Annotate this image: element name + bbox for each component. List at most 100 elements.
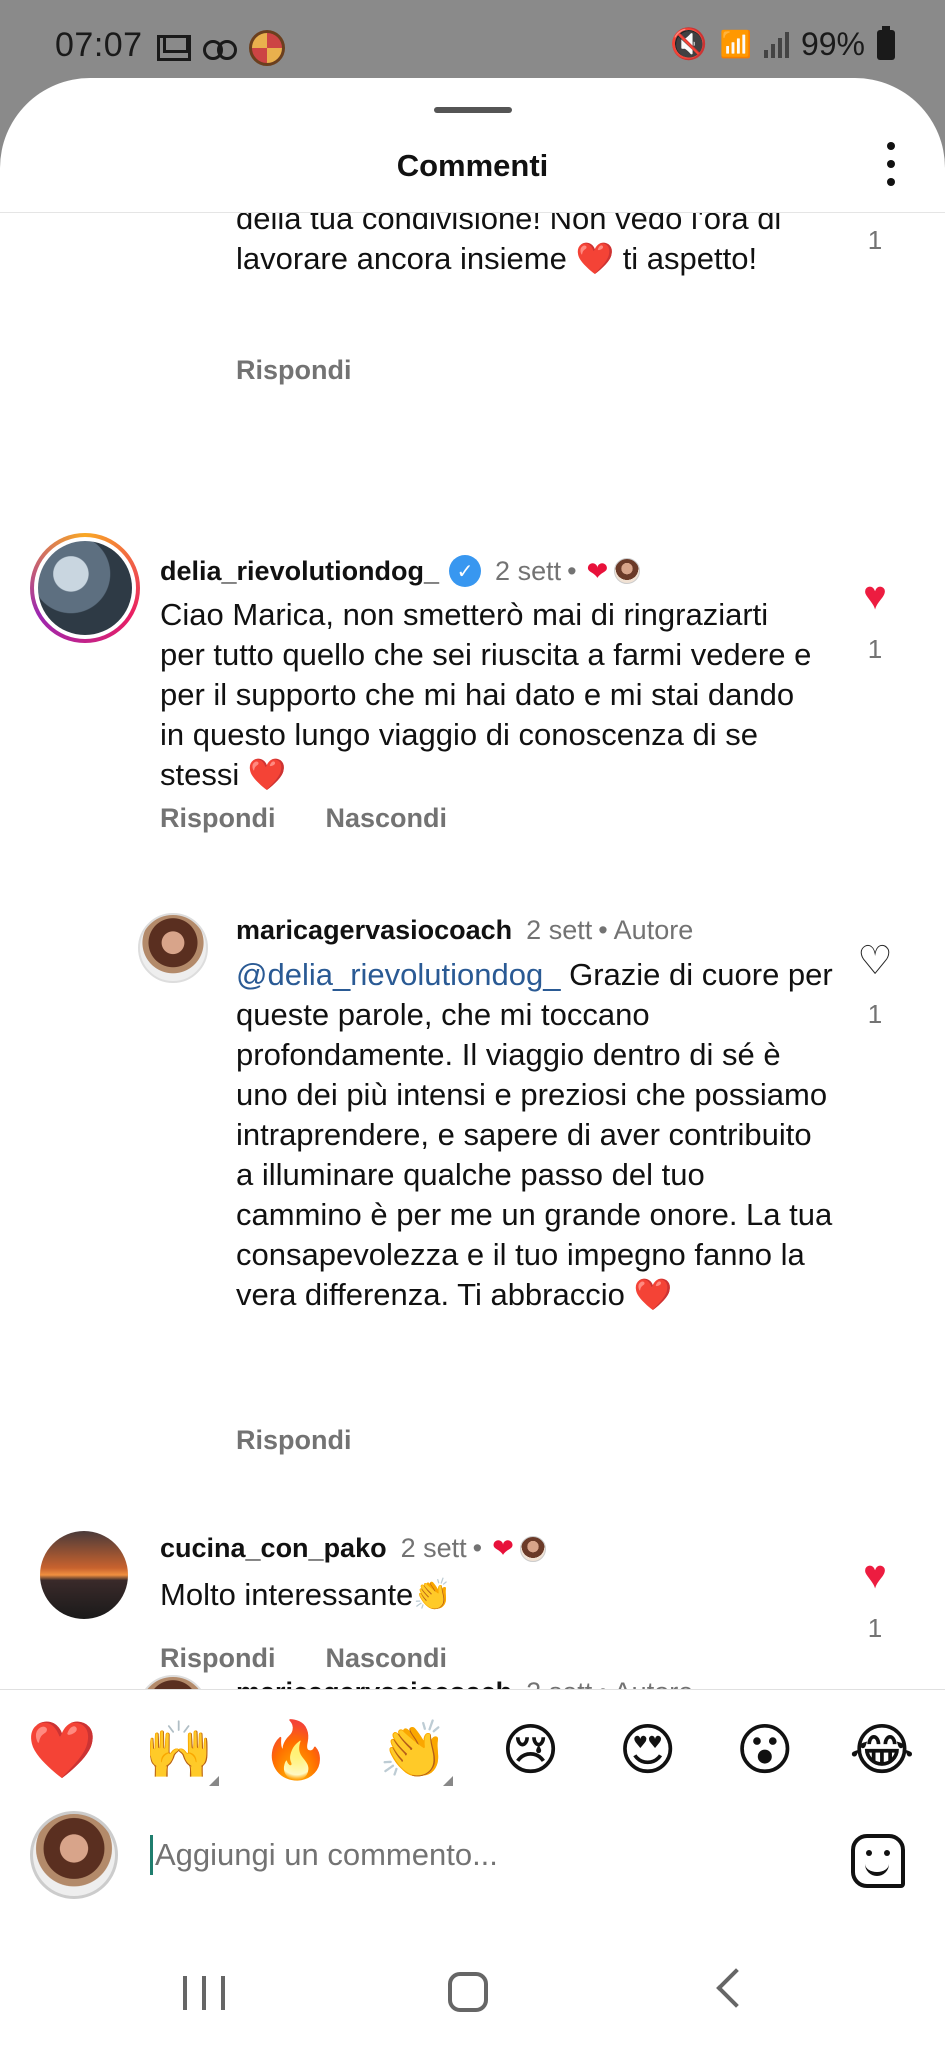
comment-time: 2 sett bbox=[526, 1677, 592, 1689]
comment-header: cucina_con_pako 2 sett • ❤ bbox=[160, 1533, 546, 1564]
like-count: 1 bbox=[867, 225, 883, 255]
reaction-emoji: 😂 bbox=[849, 1718, 915, 1781]
avatar[interactable] bbox=[30, 533, 140, 643]
username[interactable]: cucina_con_pako bbox=[160, 1533, 387, 1564]
reaction-surprised-button[interactable]: 😮 bbox=[725, 1710, 805, 1790]
separator-dot: • bbox=[567, 555, 577, 586]
signal-icon bbox=[763, 31, 789, 58]
reaction-clap-button[interactable]: 👏 bbox=[373, 1710, 454, 1790]
comment-composer bbox=[0, 1798, 945, 1918]
like-control[interactable]: ♥ 1 bbox=[850, 1555, 900, 1644]
separator-dot: • bbox=[598, 915, 608, 945]
more-options-icon[interactable] bbox=[885, 142, 897, 186]
heart-emoji: ❤️ bbox=[633, 1277, 673, 1312]
heart-emoji: ❤️ bbox=[575, 241, 615, 276]
separator-dot: • bbox=[598, 1677, 607, 1689]
comment-text-body: Grazie di cuore per queste parole, che m… bbox=[236, 957, 833, 1312]
comment-time: 2 sett bbox=[526, 915, 593, 945]
separator-dot: • bbox=[472, 1533, 483, 1563]
like-count: 1 bbox=[867, 1613, 883, 1643]
reaction-heart-button[interactable]: ❤️ bbox=[22, 1710, 102, 1790]
comment-item: della tua condivisione! Non vedo l'ora d… bbox=[0, 213, 945, 403]
sheet-drag-handle[interactable] bbox=[434, 107, 512, 113]
like-heart-filled-icon[interactable]: ♥ bbox=[850, 1555, 900, 1595]
comment-text: @delia_rievolutiondog_ Grazie di cuore p… bbox=[236, 955, 836, 1315]
comments-list[interactable]: della tua condivisione! Non vedo l'ora d… bbox=[0, 213, 945, 1689]
wifi-icon: 📶 bbox=[719, 29, 752, 59]
comment-time: 2 sett bbox=[495, 555, 562, 586]
composer-divider bbox=[0, 1689, 945, 1690]
username[interactable]: delia_rievolutiondog_ bbox=[160, 556, 439, 587]
reaction-emoji: 🙌 bbox=[144, 1718, 214, 1781]
reaction-emoji: 😍 bbox=[618, 1718, 677, 1781]
quick-reactions-bar: ❤️ 🙌 🔥 👏 😢 😍 😮 😂 bbox=[22, 1710, 922, 1790]
app-notification-icon bbox=[249, 30, 285, 66]
comment-item: delia_rievolutiondog_ ✓ 2 sett • ❤ Ciao … bbox=[0, 533, 945, 853]
liked-by-author-avatar bbox=[519, 1535, 546, 1562]
reaction-heart-eyes-button[interactable]: 😍 bbox=[608, 1710, 688, 1790]
comment-input[interactable] bbox=[154, 1837, 800, 1873]
status-time: 07:07 bbox=[55, 26, 143, 64]
hide-button[interactable]: Nascondi bbox=[326, 803, 448, 834]
comment-actions: Rispondi Nascondi bbox=[160, 1643, 447, 1674]
like-count: 1 bbox=[867, 999, 883, 1029]
like-heart-outline-icon[interactable]: ♡ bbox=[850, 941, 900, 981]
recent-apps-icon[interactable] bbox=[183, 1976, 225, 2010]
reply-button[interactable]: Rispondi bbox=[236, 355, 352, 386]
like-control[interactable]: 1 bbox=[850, 225, 900, 256]
system-navigation-bar bbox=[0, 1940, 945, 2048]
reaction-fire-button[interactable]: 🔥 bbox=[256, 1710, 336, 1790]
clap-emoji: 👏 bbox=[413, 1577, 452, 1612]
avatar[interactable] bbox=[138, 1675, 208, 1689]
hide-button[interactable]: Nascondi bbox=[326, 1643, 448, 1674]
battery-percent: 99% bbox=[800, 26, 865, 62]
username[interactable]: maricagervasiocoach bbox=[236, 915, 512, 946]
comment-text: Ciao Marica, non smetterò mai di ringraz… bbox=[160, 595, 820, 795]
back-icon[interactable] bbox=[716, 1968, 756, 2008]
comment-reply-item: maricagervasiocoach 2 sett • Autore @del… bbox=[0, 913, 945, 1473]
comments-sheet: Commenti della tua condivisione! Non ved… bbox=[0, 78, 945, 2048]
reply-button[interactable]: Rispondi bbox=[236, 1425, 352, 1456]
like-count: 1 bbox=[867, 634, 883, 664]
reply-button[interactable]: Rispondi bbox=[160, 1643, 276, 1674]
comment-reply-item: maricagervasiocoach 2 sett • Autore bbox=[0, 1675, 945, 1689]
voicemail-icon bbox=[203, 40, 237, 60]
avatar[interactable] bbox=[40, 1531, 128, 1619]
like-heart-filled-icon[interactable]: ♥ bbox=[850, 576, 900, 616]
reaction-laughing-button[interactable]: 😂 bbox=[842, 1710, 922, 1790]
mute-icon: 🔇 bbox=[670, 28, 708, 61]
status-notification-icons bbox=[157, 30, 285, 66]
skin-tone-indicator bbox=[209, 1776, 220, 1786]
comment-text: Molto interessante👏 bbox=[160, 1575, 760, 1615]
comment-actions: Rispondi bbox=[236, 1425, 352, 1456]
text-caret bbox=[150, 1835, 153, 1875]
username[interactable]: maricagervasiocoach bbox=[236, 1677, 512, 1689]
current-user-avatar bbox=[30, 1811, 118, 1899]
comment-input-wrapper[interactable] bbox=[150, 1830, 800, 1880]
like-control[interactable]: ♥ 1 bbox=[850, 576, 900, 665]
reaction-crying-button[interactable]: 😢 bbox=[491, 1710, 571, 1790]
reaction-raised-hands-button[interactable]: 🙌 bbox=[139, 1710, 220, 1790]
reaction-emoji: ❤️ bbox=[27, 1718, 97, 1781]
reaction-emoji: 👏 bbox=[378, 1718, 449, 1781]
home-icon[interactable] bbox=[448, 1972, 488, 2012]
comment-header: maricagervasiocoach 2 sett • Autore bbox=[236, 1677, 693, 1689]
comment-actions: Rispondi bbox=[236, 355, 352, 386]
sticker-icon[interactable] bbox=[851, 1834, 905, 1888]
battery-icon bbox=[877, 25, 895, 60]
mention-link[interactable]: @delia_rievolutiondog_ bbox=[236, 957, 560, 992]
comment-text-end: ti aspetto! bbox=[622, 241, 758, 276]
sheet-title: Commenti bbox=[396, 148, 549, 183]
reaction-emoji: 🔥 bbox=[261, 1718, 332, 1781]
gmail-icon bbox=[157, 35, 191, 61]
liked-by-author-heart-icon: ❤ bbox=[492, 1533, 514, 1563]
like-control[interactable]: ♡ 1 bbox=[850, 941, 900, 1030]
liked-by-author-heart-icon: ❤ bbox=[586, 555, 609, 586]
status-system-icons: 🔇 📶 99% bbox=[670, 25, 895, 63]
author-label: Autore bbox=[613, 915, 694, 945]
status-bar: 07:07 🔇 📶 99% bbox=[0, 0, 945, 90]
avatar[interactable] bbox=[138, 913, 208, 983]
comment-time: 2 sett bbox=[400, 1533, 467, 1563]
heart-emoji: ❤️ bbox=[247, 757, 287, 792]
reply-button[interactable]: Rispondi bbox=[160, 803, 276, 834]
